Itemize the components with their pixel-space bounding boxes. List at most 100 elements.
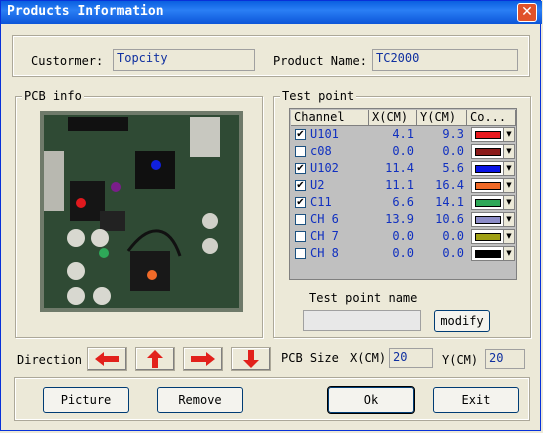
channel-name: U101: [310, 127, 339, 141]
column-header-channel[interactable]: Channel: [291, 110, 369, 126]
color-swatch: [475, 199, 501, 207]
color-select[interactable]: ▼: [471, 246, 515, 261]
x-value: 0.0: [392, 246, 414, 260]
picture-button[interactable]: Picture: [43, 387, 129, 413]
x-value: 4.1: [392, 127, 414, 141]
ok-button[interactable]: Ok: [327, 386, 415, 414]
channel-name: c08: [310, 144, 332, 158]
channel-name: U102: [310, 161, 339, 175]
test-point-marker: [99, 248, 109, 258]
column-header-y[interactable]: Y(CM): [417, 110, 467, 126]
y-value: 16.4: [435, 178, 464, 192]
channel-name: CH 8: [310, 246, 339, 260]
y-value: 0.0: [442, 229, 464, 243]
y-value: 0.0: [442, 144, 464, 158]
chevron-down-icon[interactable]: ▼: [503, 162, 514, 175]
color-select[interactable]: ▼: [471, 127, 515, 142]
exit-button[interactable]: Exit: [433, 387, 519, 413]
product-name-field[interactable]: TC2000: [372, 49, 518, 71]
chevron-down-icon[interactable]: ▼: [503, 179, 514, 192]
chevron-down-icon[interactable]: ▼: [503, 196, 514, 209]
column-header-color[interactable]: Co...: [467, 110, 516, 126]
table-row[interactable]: c08 0.0 0.0 ▼: [291, 143, 516, 160]
x-value: 0.0: [392, 229, 414, 243]
table-row[interactable]: CH 6 13.9 10.6 ▼: [291, 211, 516, 228]
y-value: 10.6: [435, 212, 464, 226]
test-point-marker: [151, 160, 161, 170]
channel-name: C11: [310, 195, 332, 209]
direction-label: Direction: [17, 353, 83, 367]
channel-name: CH 6: [310, 212, 339, 226]
table-row[interactable]: ✔ U101 4.1 9.3 ▼: [291, 126, 516, 143]
pcb-size-y-label: Y(CM): [442, 353, 479, 367]
window-title: Products Information: [7, 4, 164, 19]
color-swatch: [475, 182, 501, 190]
channel-checkbox[interactable]: ✔: [295, 163, 306, 174]
chevron-down-icon[interactable]: ▼: [503, 230, 514, 243]
column-header-x[interactable]: X(CM): [369, 110, 417, 126]
color-swatch: [475, 216, 501, 224]
channel-checkbox[interactable]: [295, 146, 306, 157]
move-down-button[interactable]: [231, 347, 271, 371]
move-right-button[interactable]: [183, 347, 223, 371]
color-swatch: [475, 131, 501, 139]
pcb-info-label: PCB info: [22, 89, 84, 103]
color-select[interactable]: ▼: [471, 212, 515, 227]
title-bar[interactable]: Products Information ✕: [1, 1, 542, 24]
table-row[interactable]: CH 8 0.0 0.0 ▼: [291, 245, 516, 262]
table-row[interactable]: ✔ C11 6.6 14.1 ▼: [291, 194, 516, 211]
color-select[interactable]: ▼: [471, 195, 515, 210]
x-value: 11.4: [385, 161, 414, 175]
chevron-down-icon[interactable]: ▼: [503, 128, 514, 141]
table-row[interactable]: ✔ U2 11.1 16.4 ▼: [291, 177, 516, 194]
test-point-marker: [76, 198, 86, 208]
channel-name: CH 7: [310, 229, 339, 243]
product-name-label: Product Name:: [273, 54, 367, 68]
channel-checkbox[interactable]: ✔: [295, 197, 306, 208]
table-row[interactable]: CH 7 0.0 0.0 ▼: [291, 228, 516, 245]
y-value: 14.1: [435, 195, 464, 209]
color-swatch: [475, 148, 501, 156]
table-row[interactable]: ✔ U102 11.4 5.6 ▼: [291, 160, 516, 177]
x-value: 13.9: [385, 212, 414, 226]
pcb-size-x-field[interactable]: 20: [389, 348, 433, 368]
y-value: 0.0: [442, 246, 464, 260]
x-value: 11.1: [385, 178, 414, 192]
pcb-size-x-label: X(CM): [350, 351, 387, 365]
modify-button[interactable]: modify: [434, 310, 490, 332]
move-left-button[interactable]: [87, 347, 127, 371]
chevron-down-icon[interactable]: ▼: [503, 213, 514, 226]
test-point-marker: [147, 270, 157, 280]
color-select[interactable]: ▼: [471, 178, 515, 193]
arrow-up-icon: [147, 350, 163, 368]
channel-checkbox[interactable]: [295, 214, 306, 225]
color-select[interactable]: ▼: [471, 229, 515, 244]
channel-name: U2: [310, 178, 325, 192]
close-icon[interactable]: ✕: [517, 3, 537, 22]
test-point-marker: [111, 182, 121, 192]
color-swatch: [475, 250, 501, 258]
channel-checkbox[interactable]: ✔: [295, 180, 306, 191]
channel-checkbox[interactable]: [295, 231, 306, 242]
arrow-right-icon: [191, 352, 215, 366]
channel-checkbox[interactable]: ✔: [295, 129, 306, 140]
pcb-size-y-field[interactable]: 20: [485, 349, 525, 369]
customer-field[interactable]: Topcity: [113, 49, 255, 71]
pcb-image[interactable]: [40, 111, 243, 312]
y-value: 5.6: [442, 161, 464, 175]
chevron-down-icon[interactable]: ▼: [503, 247, 514, 260]
color-swatch: [475, 165, 501, 173]
move-up-button[interactable]: [135, 347, 175, 371]
dialog-client: Custormer: Topcity Product Name: TC2000 …: [5, 28, 538, 428]
arrow-down-icon: [243, 350, 259, 368]
chevron-down-icon[interactable]: ▼: [503, 145, 514, 158]
channel-checkbox[interactable]: [295, 248, 306, 259]
x-value: 0.0: [392, 144, 414, 158]
x-value: 6.6: [392, 195, 414, 209]
remove-button[interactable]: Remove: [157, 387, 243, 413]
color-swatch: [475, 233, 501, 241]
color-select[interactable]: ▼: [471, 144, 515, 159]
color-select[interactable]: ▼: [471, 161, 515, 176]
test-point-table[interactable]: Channel X(CM) Y(CM) Co... ✔ U101 4.1 9.3 ▼ c0…: [289, 108, 517, 280]
test-point-name-field[interactable]: [303, 310, 421, 331]
